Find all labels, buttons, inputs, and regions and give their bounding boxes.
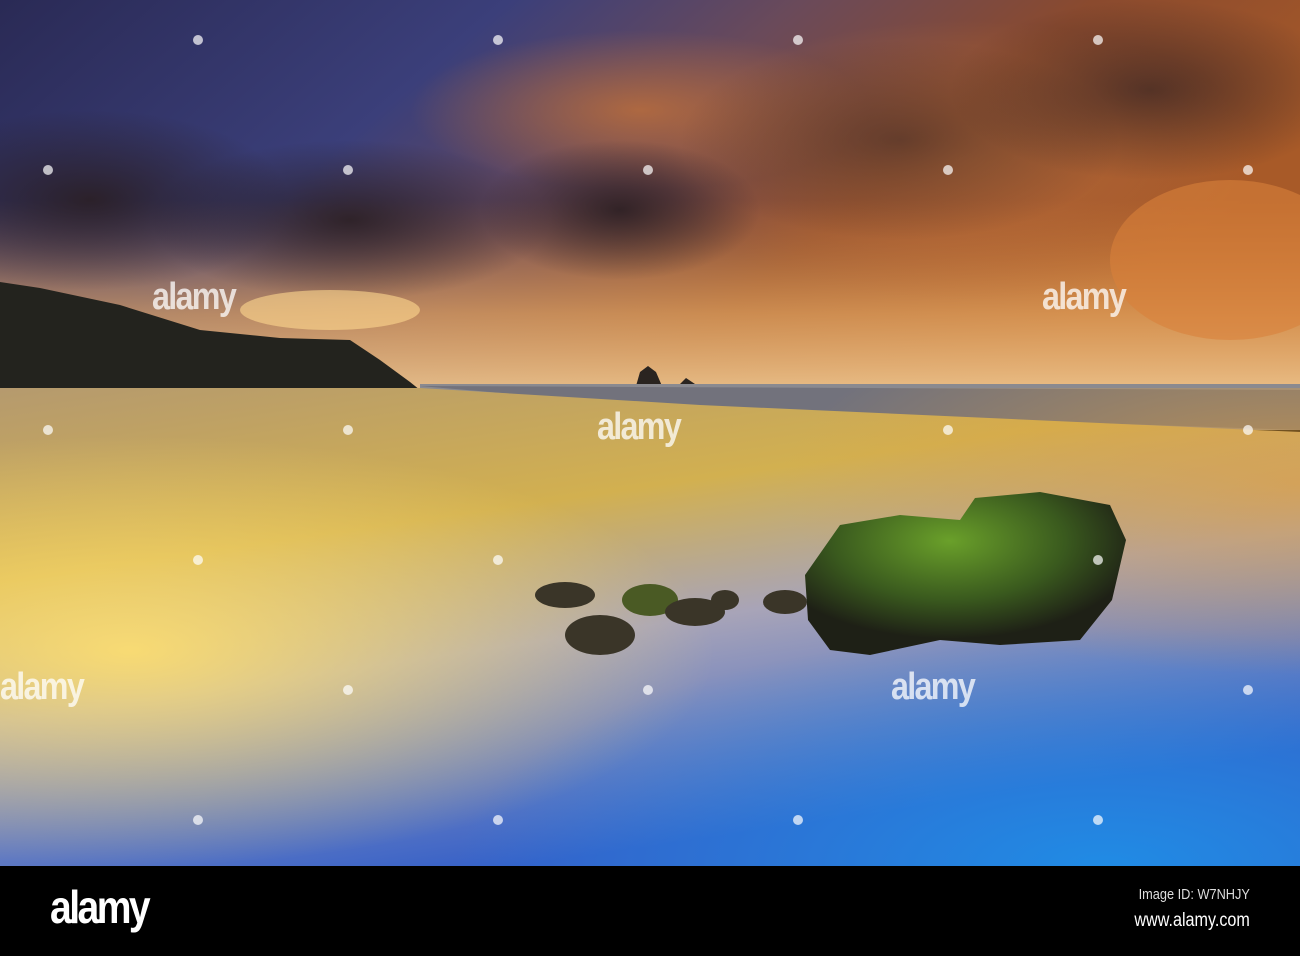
alamy-logo[interactable]: alamy (50, 880, 151, 934)
website-link[interactable]: www.alamy.com (1135, 910, 1250, 932)
watermark-text: alamy (1042, 276, 1127, 318)
footer-bar: alamy Image ID: W7NHJY www.alamy.com (0, 866, 1300, 956)
watermark-text: alamy (0, 666, 85, 708)
image-id: Image ID: W7NHJY (1138, 886, 1250, 903)
watermark-text: alamy (152, 276, 237, 318)
watermark-text: alamy (597, 406, 682, 448)
watermark-text: alamy (891, 666, 976, 708)
